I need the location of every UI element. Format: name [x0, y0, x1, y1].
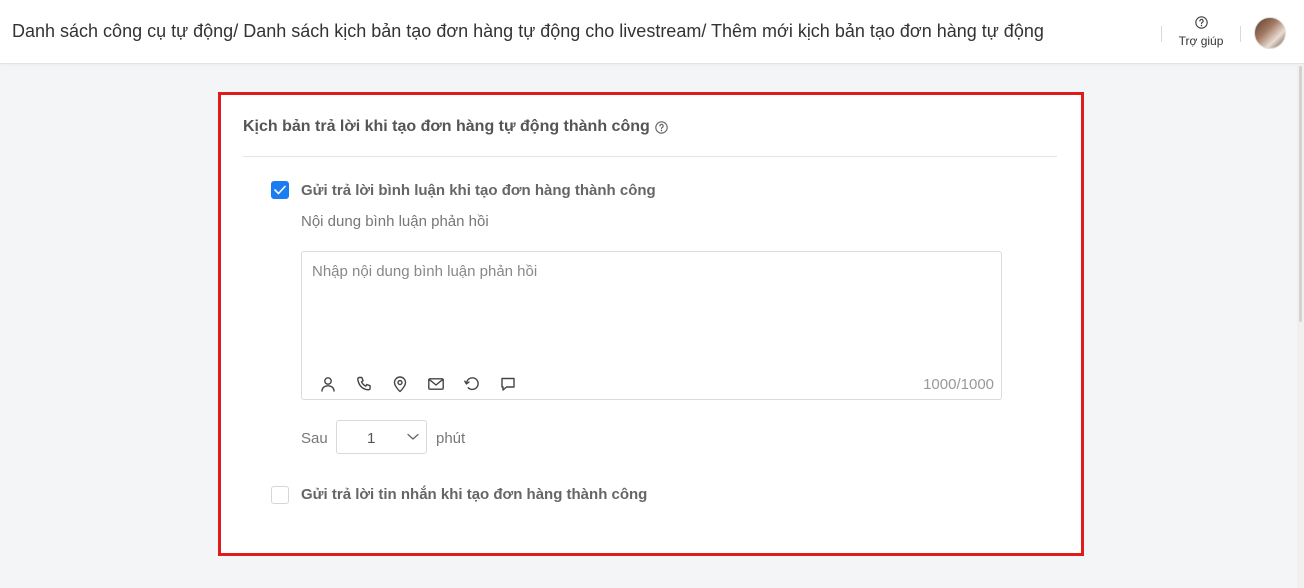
delay-prefix-label: Sau	[301, 430, 328, 447]
chevron-down-icon	[407, 433, 419, 440]
header-divider	[1161, 26, 1162, 42]
header-divider	[1240, 26, 1241, 42]
chat-bubble-icon[interactable]	[497, 373, 519, 395]
breadcrumb: Danh sách công cụ tự động/ Danh sách kịc…	[12, 21, 1044, 41]
comment-reply-checkbox[interactable]	[271, 181, 289, 199]
history-icon[interactable]	[461, 373, 483, 395]
character-counter: 1000/1000	[923, 376, 994, 393]
help-button[interactable]: Trợ giúp	[1172, 16, 1230, 48]
delay-suffix-label: phút	[436, 430, 466, 447]
section-title: Kịch bản trả lời khi tạo đơn hàng tự độn…	[243, 118, 668, 136]
reply-script-card: Kịch bản trả lời khi tạo đơn hàng tự độn…	[218, 92, 1084, 556]
reply-content-label: Nội dung bình luận phản hồi	[301, 213, 489, 230]
scrollbar-thumb[interactable]	[1299, 66, 1302, 322]
reply-content-box: 1000/1000	[301, 251, 1002, 400]
user-icon[interactable]	[317, 373, 339, 395]
help-label: Trợ giúp	[1178, 34, 1224, 48]
reply-content-input[interactable]	[302, 252, 1001, 364]
comment-reply-label[interactable]: Gửi trả lời bình luận khi tạo đơn hàng t…	[301, 182, 656, 199]
top-bar: Danh sách công cụ tự động/ Danh sách kịc…	[0, 0, 1304, 64]
mail-icon[interactable]	[425, 373, 447, 395]
delay-minutes-select[interactable]: 1	[336, 420, 427, 454]
check-icon	[274, 185, 286, 195]
location-pin-icon[interactable]	[389, 373, 411, 395]
section-divider	[243, 156, 1057, 157]
phone-icon[interactable]	[353, 373, 375, 395]
section-title-text: Kịch bản trả lời khi tạo đơn hàng tự độn…	[243, 118, 650, 135]
message-reply-checkbox[interactable]	[271, 486, 289, 504]
insert-variable-toolbar	[317, 373, 519, 395]
message-reply-label[interactable]: Gửi trả lời tin nhắn khi tạo đơn hàng th…	[301, 486, 647, 503]
avatar[interactable]	[1254, 17, 1286, 49]
question-circle-icon[interactable]	[655, 120, 668, 134]
question-circle-icon	[1194, 16, 1208, 29]
delay-minutes-value: 1	[367, 430, 376, 447]
